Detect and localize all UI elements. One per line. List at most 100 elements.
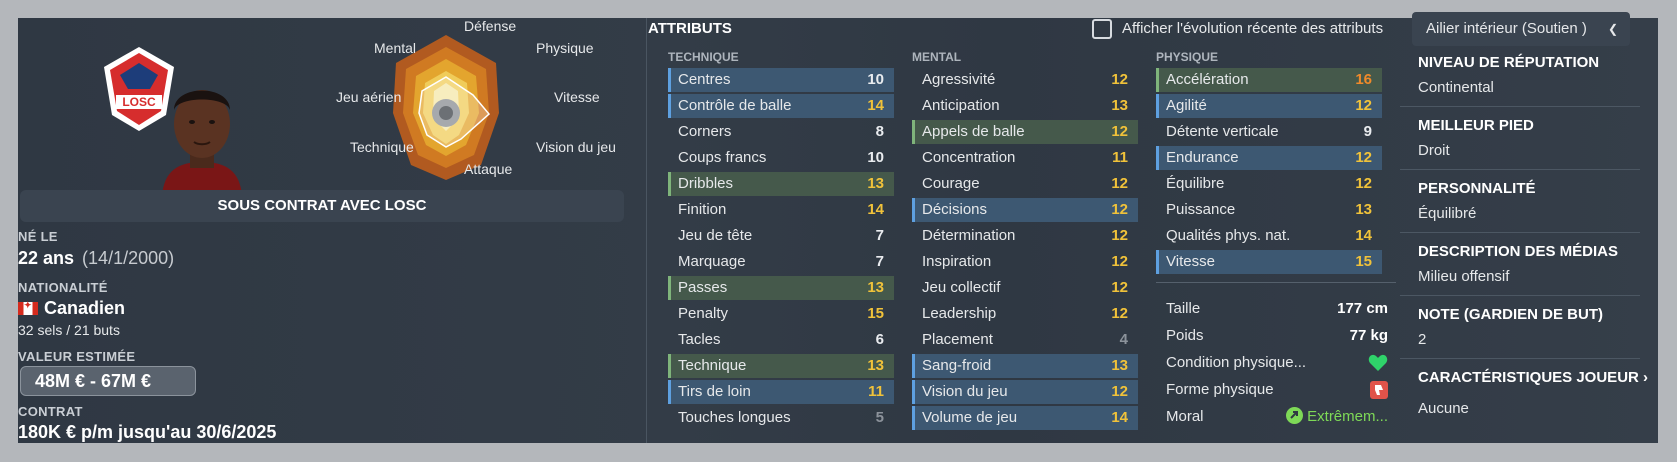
morale-row[interactable]: Moral Extrêmem...: [1166, 405, 1388, 429]
attribute-label: Touches longues: [678, 409, 791, 426]
attribute-row[interactable]: Vision du jeu 12: [912, 380, 1138, 404]
attribute-row[interactable]: Détermination 12: [912, 224, 1138, 248]
attribute-value: 12: [1111, 123, 1128, 140]
attribute-value: 4: [1119, 331, 1128, 348]
attribute-value: 11: [868, 383, 884, 400]
attribute-row[interactable]: Jeu collectif 12: [912, 276, 1138, 300]
role-dropdown[interactable]: Ailier intérieur (Soutien ) ❮: [1412, 12, 1630, 46]
attribute-row[interactable]: Courage 12: [912, 172, 1138, 196]
radar-label-aerien: Jeu aérien: [336, 89, 402, 105]
nationality-value[interactable]: Canadien: [18, 298, 125, 319]
gk-rating-value: 2: [1418, 331, 1427, 348]
attribute-row[interactable]: Corners 8: [668, 120, 894, 144]
radar-label-attaque: Attaque: [464, 161, 513, 177]
attribute-label: Vision du jeu: [922, 383, 1008, 400]
show-evolution-label[interactable]: Afficher l'évolution récente des attribu…: [1122, 20, 1383, 37]
section-divider: [646, 18, 647, 443]
personality-value: Équilibré: [1418, 205, 1477, 222]
attribute-row[interactable]: Endurance 12: [1156, 146, 1382, 170]
attribute-row[interactable]: Concentration 11: [912, 146, 1138, 170]
attribute-value: 12: [1355, 149, 1372, 166]
show-evolution-checkbox[interactable]: [1092, 19, 1112, 39]
attribute-row[interactable]: Qualités phys. nat. 14: [1156, 224, 1382, 248]
attribute-label: Leadership: [922, 305, 997, 322]
attribute-row[interactable]: Placement 4: [912, 328, 1138, 352]
attribute-value: 11: [1112, 149, 1128, 166]
attribute-row[interactable]: Décisions 12: [912, 198, 1138, 222]
role-value: Ailier intérieur (Soutien ): [1426, 20, 1587, 37]
attribute-row[interactable]: Leadership 12: [912, 302, 1138, 326]
attribute-row[interactable]: Finition 14: [668, 198, 894, 222]
attribute-row[interactable]: Inspiration 12: [912, 250, 1138, 274]
attribute-row[interactable]: Anticipation 13: [912, 94, 1138, 118]
attribute-label: Tirs de loin: [678, 383, 751, 400]
attribute-row[interactable]: Volume de jeu 14: [912, 406, 1138, 430]
physique-column: Accélération 16 Agilité 12 Détente verticale…: [1156, 68, 1382, 276]
attribute-label: Courage: [922, 175, 980, 192]
attribute-row[interactable]: Agilité 12: [1156, 94, 1382, 118]
attribute-row[interactable]: Accélération 16: [1156, 68, 1382, 92]
attribute-label: Sang-froid: [922, 357, 992, 374]
attribute-value: 13: [867, 175, 884, 192]
attribute-value: 13: [1111, 357, 1128, 374]
attribute-row[interactable]: Technique 13: [668, 354, 894, 378]
attribute-value: 12: [1111, 383, 1128, 400]
attribute-label: Accélération: [1166, 71, 1249, 88]
attribute-row[interactable]: Passes 13: [668, 276, 894, 300]
reputation-value: Continental: [1418, 79, 1494, 96]
attribute-row[interactable]: Marquage 7: [668, 250, 894, 274]
attribute-row[interactable]: Coups francs 10: [668, 146, 894, 170]
traits-label: CARACTÉRISTIQUES JOUEUR: [1418, 369, 1639, 386]
foot-value: Droit: [1418, 142, 1450, 159]
condition-row[interactable]: Condition physique...: [1166, 351, 1388, 375]
weight-row: Poids 77 kg: [1166, 324, 1388, 348]
condition-label: Condition physique...: [1166, 354, 1307, 371]
attribute-row[interactable]: Équilibre 12: [1156, 172, 1382, 196]
attribute-value: 6: [875, 331, 884, 348]
attribute-row[interactable]: Vitesse 15: [1156, 250, 1382, 274]
form-row[interactable]: Forme physique: [1166, 378, 1388, 402]
attribute-row[interactable]: Contrôle de balle 14: [668, 94, 894, 118]
attribute-label: Finition: [678, 201, 727, 218]
attribute-row[interactable]: Agressivité 12: [912, 68, 1138, 92]
attribute-value: 12: [1111, 253, 1128, 270]
attribute-label: Décisions: [922, 201, 988, 218]
attribute-row[interactable]: Tirs de loin 11: [668, 380, 894, 404]
born-label: NÉ LE: [18, 229, 58, 244]
attribute-label: Concentration: [922, 149, 1016, 166]
radar-chart: [393, 35, 499, 180]
attribute-row[interactable]: Penalty 15: [668, 302, 894, 326]
attribute-radar: Défense Physique Vitesse Vision du jeu A…: [336, 18, 636, 193]
contract-value: 180K € p/m jusqu'au 30/6/2025: [18, 422, 277, 442]
contract-label: CONTRAT: [18, 404, 83, 419]
attribute-label: Agressivité: [922, 71, 996, 88]
attribute-row[interactable]: Dribbles 13: [668, 172, 894, 196]
age-value: 22 ans (14/1/2000): [18, 248, 174, 269]
traits-value: Aucune: [1418, 400, 1469, 417]
morale-status: Extrêmem...: [1286, 405, 1388, 429]
height-label: Taille: [1166, 300, 1201, 317]
attribute-row[interactable]: Puissance 13: [1156, 198, 1382, 222]
contract-banner: SOUS CONTRAT AVEC LOSC: [20, 190, 624, 222]
club-logo-text: LOSC: [122, 95, 156, 109]
estimated-value[interactable]: 48M € - 67M €: [20, 366, 196, 396]
attribute-row[interactable]: Jeu de tête 7: [668, 224, 894, 248]
attribute-label: Endurance: [1166, 149, 1239, 166]
attribute-label: Volume de jeu: [922, 409, 1018, 426]
media-value: Milieu offensif: [1418, 268, 1510, 285]
attribute-row[interactable]: Sang-froid 13: [912, 354, 1138, 378]
attribute-label: Inspiration: [922, 253, 992, 270]
player-traits-link[interactable]: CARACTÉRISTIQUES JOUEUR ›: [1418, 369, 1648, 386]
birth-date: (14/1/2000): [82, 248, 175, 268]
details-divider: [1400, 169, 1640, 170]
attribute-row[interactable]: Appels de balle 12: [912, 120, 1138, 144]
attribute-value: 5: [875, 409, 884, 426]
attribute-value: 14: [867, 97, 884, 114]
attribute-label: Corners: [678, 123, 732, 140]
media-label: DESCRIPTION DES MÉDIAS: [1418, 243, 1619, 260]
attribute-row[interactable]: Centres 10: [668, 68, 894, 92]
attribute-row[interactable]: Touches longues 5: [668, 406, 894, 430]
value-label: VALEUR ESTIMÉE: [18, 349, 136, 364]
attribute-row[interactable]: Détente verticale 9: [1156, 120, 1382, 144]
attribute-row[interactable]: Tacles 6: [668, 328, 894, 352]
